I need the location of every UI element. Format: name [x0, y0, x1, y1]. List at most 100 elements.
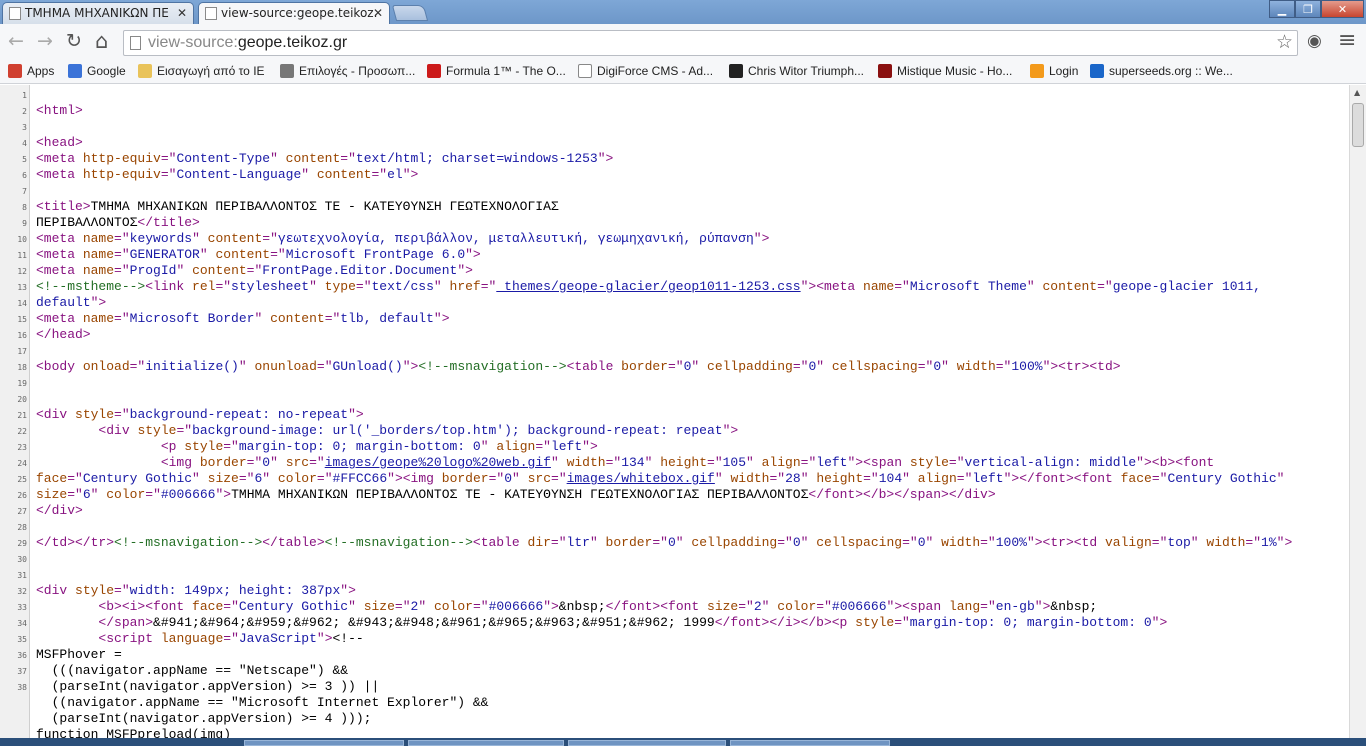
source-token: ">: [215, 487, 232, 502]
source-token: ">: [753, 231, 770, 246]
forward-arrow-icon[interactable]: →: [37, 30, 53, 52]
maximize-button[interactable]: ❐: [1295, 0, 1321, 18]
source-token: ": [512, 471, 528, 486]
line-number: 9: [22, 219, 27, 228]
source-token: <html>: [36, 103, 83, 118]
bookmark-item[interactable]: Google: [68, 63, 126, 79]
source-token: ": [800, 535, 817, 550]
bookmark-item[interactable]: Formula 1™ - The O...: [427, 63, 566, 79]
source-token: ": [1026, 279, 1043, 294]
bookmark-label: Mistique Music - Ho...: [897, 64, 1013, 78]
source-line: (parseInt(navigator.appVersion) >= 4 )))…: [36, 711, 372, 727]
source-line: <body onload="initialize()" onunload="GU…: [36, 359, 1121, 375]
bookmark-item[interactable]: Εισαγωγή από το IE: [138, 63, 265, 79]
scroll-up-arrow-icon[interactable]: ▲: [1354, 88, 1360, 97]
vertical-scrollbar[interactable]: ▲: [1349, 85, 1366, 746]
bookmark-item[interactable]: Apps: [8, 63, 54, 79]
source-token: http-equiv: [82, 167, 161, 182]
source-token: </span>: [98, 615, 154, 630]
home-icon[interactable]: ⌂: [95, 30, 108, 52]
source-token: lang: [948, 599, 981, 614]
scrollbar-thumb[interactable]: [1352, 103, 1364, 147]
taskbar-button[interactable]: [730, 740, 890, 746]
menu-icon[interactable]: ≡: [1338, 30, 1356, 52]
source-token: =": [340, 151, 356, 166]
bookmark-item[interactable]: superseeds.org :: We...: [1090, 63, 1233, 79]
close-tab-icon[interactable]: ✕: [373, 3, 383, 23]
source-token: <table: [472, 535, 528, 550]
line-number: 31: [17, 571, 27, 580]
source-token: =": [480, 279, 497, 294]
source-token: valign: [1104, 535, 1152, 550]
bookmark-label: DigiForce CMS - Ad...: [597, 64, 714, 78]
source-token: =": [246, 263, 263, 278]
bookmark-item[interactable]: Επιλογές - Προσωπ...: [280, 63, 415, 79]
source-view: 1 2 3 4 5 6 7 8 9 10 11 12 13 14 15 16 17 18 19 20 21 22 23 24 2…: [0, 85, 1349, 746]
source-token: ": [902, 471, 918, 486]
source-token: onload: [82, 359, 130, 374]
extension-icon[interactable]: ◉: [1307, 30, 1322, 52]
taskbar-button[interactable]: [408, 740, 564, 746]
source-token: ">: [1034, 599, 1051, 614]
source-token: border: [199, 455, 247, 470]
line-number: 36: [17, 651, 27, 660]
reload-icon[interactable]: ↻: [66, 30, 82, 52]
minimize-button[interactable]: ▁: [1269, 0, 1295, 18]
source-token: <div: [98, 423, 138, 438]
source-token: =": [394, 599, 411, 614]
bookmark-item[interactable]: Login: [1030, 63, 1078, 79]
url-text: view-source:geope.teikoz.gr: [148, 31, 347, 55]
line-number: 10: [17, 235, 27, 244]
source-link[interactable]: images/whitebox.gif: [567, 471, 715, 486]
bookmark-item[interactable]: Mistique Music - Ho...: [878, 63, 1012, 79]
close-window-button[interactable]: ✕: [1321, 0, 1364, 18]
source-token: ">: [90, 295, 107, 310]
source-token: =": [707, 455, 723, 470]
address-bar[interactable]: view-source:geope.teikoz.gr ☆: [123, 30, 1298, 56]
source-token: ">: [316, 631, 333, 646]
source-token: 0: [504, 471, 512, 486]
line-number: 3: [22, 123, 27, 132]
superseeds-icon: [1090, 64, 1104, 78]
source-token: =": [215, 279, 232, 294]
bookmark-item[interactable]: Chris Witor Triumph...: [729, 63, 864, 79]
source-token: ": [90, 487, 107, 502]
source-token: <title>: [36, 199, 91, 214]
line-number: 22: [17, 427, 27, 436]
tab-view-source[interactable]: view-source:geope.teikoz. ✕: [198, 2, 390, 24]
source-line: ΠΕΡΙΒΑΛΛΟΝΤΟΣ</title>: [36, 215, 200, 231]
source-token: Century Gothic: [238, 599, 349, 614]
line-number: 35: [17, 635, 27, 644]
source-link[interactable]: _themes/geope-glacier/geop1011-1253.css: [496, 279, 800, 294]
source-token: color: [433, 599, 473, 614]
new-tab-button[interactable]: [391, 5, 429, 21]
close-tab-icon[interactable]: ✕: [177, 3, 187, 23]
source-token: &nbsp;: [558, 599, 606, 614]
source-token: </td></tr>: [36, 535, 115, 550]
source-line: </span>&#941;&#964;&#959;&#962; &#943;&#…: [36, 615, 1167, 631]
source-token: <span: [863, 455, 910, 470]
bookmark-item[interactable]: DigiForce CMS - Ad...: [578, 63, 713, 79]
source-token: ">: [465, 247, 481, 262]
source-token: <!--msnavigation-->: [418, 359, 567, 374]
source-token: 0: [667, 535, 676, 550]
back-arrow-icon[interactable]: ←: [8, 30, 24, 52]
source-token: ": [238, 359, 255, 374]
line-number: 15: [17, 315, 27, 324]
source-line: face="Century Gothic" size="6" color="#F…: [36, 471, 1284, 487]
source-token: 0: [933, 359, 942, 374]
source-token: width: [941, 535, 981, 550]
bookmark-star-icon[interactable]: ☆: [1276, 31, 1293, 55]
taskbar-button[interactable]: [244, 740, 404, 746]
source-token: content: [1042, 279, 1098, 294]
taskbar-button[interactable]: [568, 740, 726, 746]
source-link[interactable]: images/geope%20logo%20web.gif: [325, 455, 551, 470]
source-token: width: [730, 471, 770, 486]
line-number: 14: [17, 299, 27, 308]
source-token: </div>: [36, 503, 83, 518]
source-token: size: [363, 599, 395, 614]
tab-geope-home[interactable]: ΤΜΗΜΑ ΜΗΧΑΝΙΚΩΝ ΠΕ ✕: [2, 2, 194, 24]
source-line: <b><i><font face="Century Gothic" size="…: [36, 599, 1097, 615]
source-token: cellpadding: [691, 535, 778, 550]
source-token: <!--msnavigation-->: [324, 535, 473, 550]
